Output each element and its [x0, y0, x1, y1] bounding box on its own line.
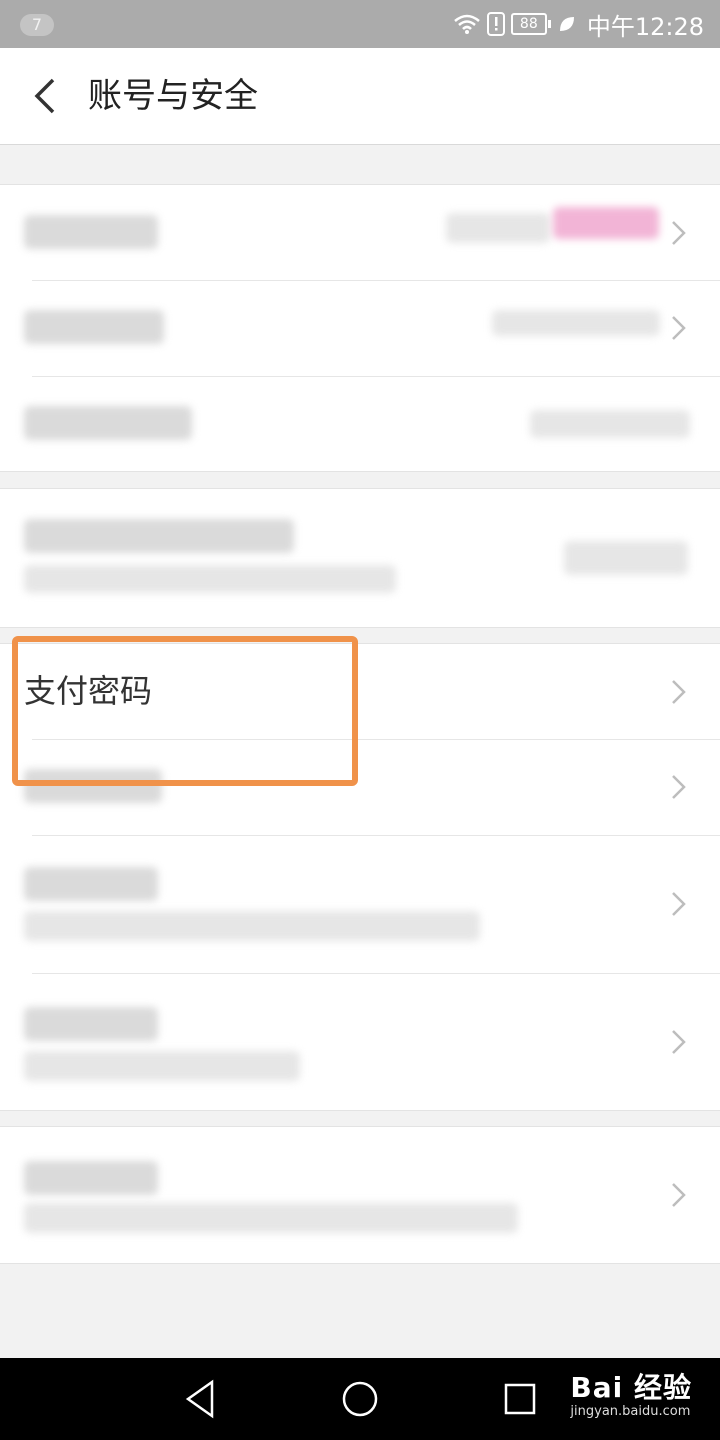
watermark-logo: Bai 经验 — [570, 1371, 692, 1404]
blurred-label — [24, 215, 158, 249]
chevron-right-icon — [672, 775, 686, 799]
leaf-icon — [559, 17, 574, 31]
list-item-blurred-8[interactable] — [0, 1127, 720, 1263]
list-item-blurred-4[interactable] — [0, 489, 720, 627]
status-icons: 88 中午12:28 — [453, 0, 704, 48]
service-section — [0, 1126, 720, 1264]
chevron-right-icon — [672, 679, 686, 704]
blurred-title — [24, 1161, 158, 1195]
chevron-right-icon — [672, 1183, 686, 1207]
blurred-title — [24, 1007, 158, 1041]
circle-home-icon[interactable] — [337, 1376, 383, 1422]
blurred-title — [24, 519, 294, 553]
list-item-blurred-2[interactable] — [0, 280, 720, 376]
square-recents-icon[interactable] — [497, 1376, 543, 1422]
triangle-back-icon[interactable] — [178, 1376, 224, 1422]
battery-tip — [547, 20, 551, 28]
blurred-label — [24, 406, 192, 440]
chevron-left-icon — [34, 78, 55, 114]
list-item-blurred-1[interactable] — [0, 185, 720, 280]
system-nav-bar: Bai 经验 jingyan.baidu.com — [0, 1358, 720, 1440]
notification-count-badge: 7 — [20, 14, 54, 36]
list-item-blurred-6[interactable] — [0, 835, 720, 973]
back-button[interactable] — [20, 72, 68, 120]
blurred-value — [492, 310, 660, 336]
page-header: 账号与安全 — [0, 48, 720, 145]
alert-icon — [486, 12, 505, 36]
watermark-url: jingyan.baidu.com — [570, 1404, 691, 1419]
chevron-right-icon — [672, 1029, 686, 1054]
page-title: 账号与安全 — [88, 76, 258, 116]
baidu-jingyan-watermark: Bai 经验 jingyan.baidu.com — [570, 1366, 692, 1419]
blurred-value — [564, 541, 688, 575]
list-item-blurred-3[interactable] — [0, 376, 720, 471]
blurred-badge — [553, 207, 659, 239]
blurred-subtitle — [24, 911, 480, 941]
highlight-annotation-box — [12, 636, 358, 786]
wifi-icon — [454, 14, 480, 34]
blurred-value — [530, 410, 690, 438]
blurred-subtitle — [24, 565, 396, 593]
blurred-title — [24, 867, 158, 901]
chevron-right-icon — [672, 316, 686, 340]
chevron-right-icon — [672, 892, 686, 916]
login-section — [0, 488, 720, 628]
list-item-blurred-7[interactable] — [0, 973, 720, 1110]
battery-icon: 88 — [510, 13, 547, 35]
account-info-section — [0, 184, 720, 472]
status-bar: 7 88 中午12:28 — [0, 0, 720, 48]
chevron-right-icon — [672, 220, 686, 245]
status-time: 中午12:28 — [586, 12, 704, 41]
blurred-subtitle — [24, 1051, 300, 1081]
blurred-subtitle — [24, 1203, 518, 1233]
blurred-label — [24, 310, 164, 344]
blurred-value — [446, 213, 550, 243]
